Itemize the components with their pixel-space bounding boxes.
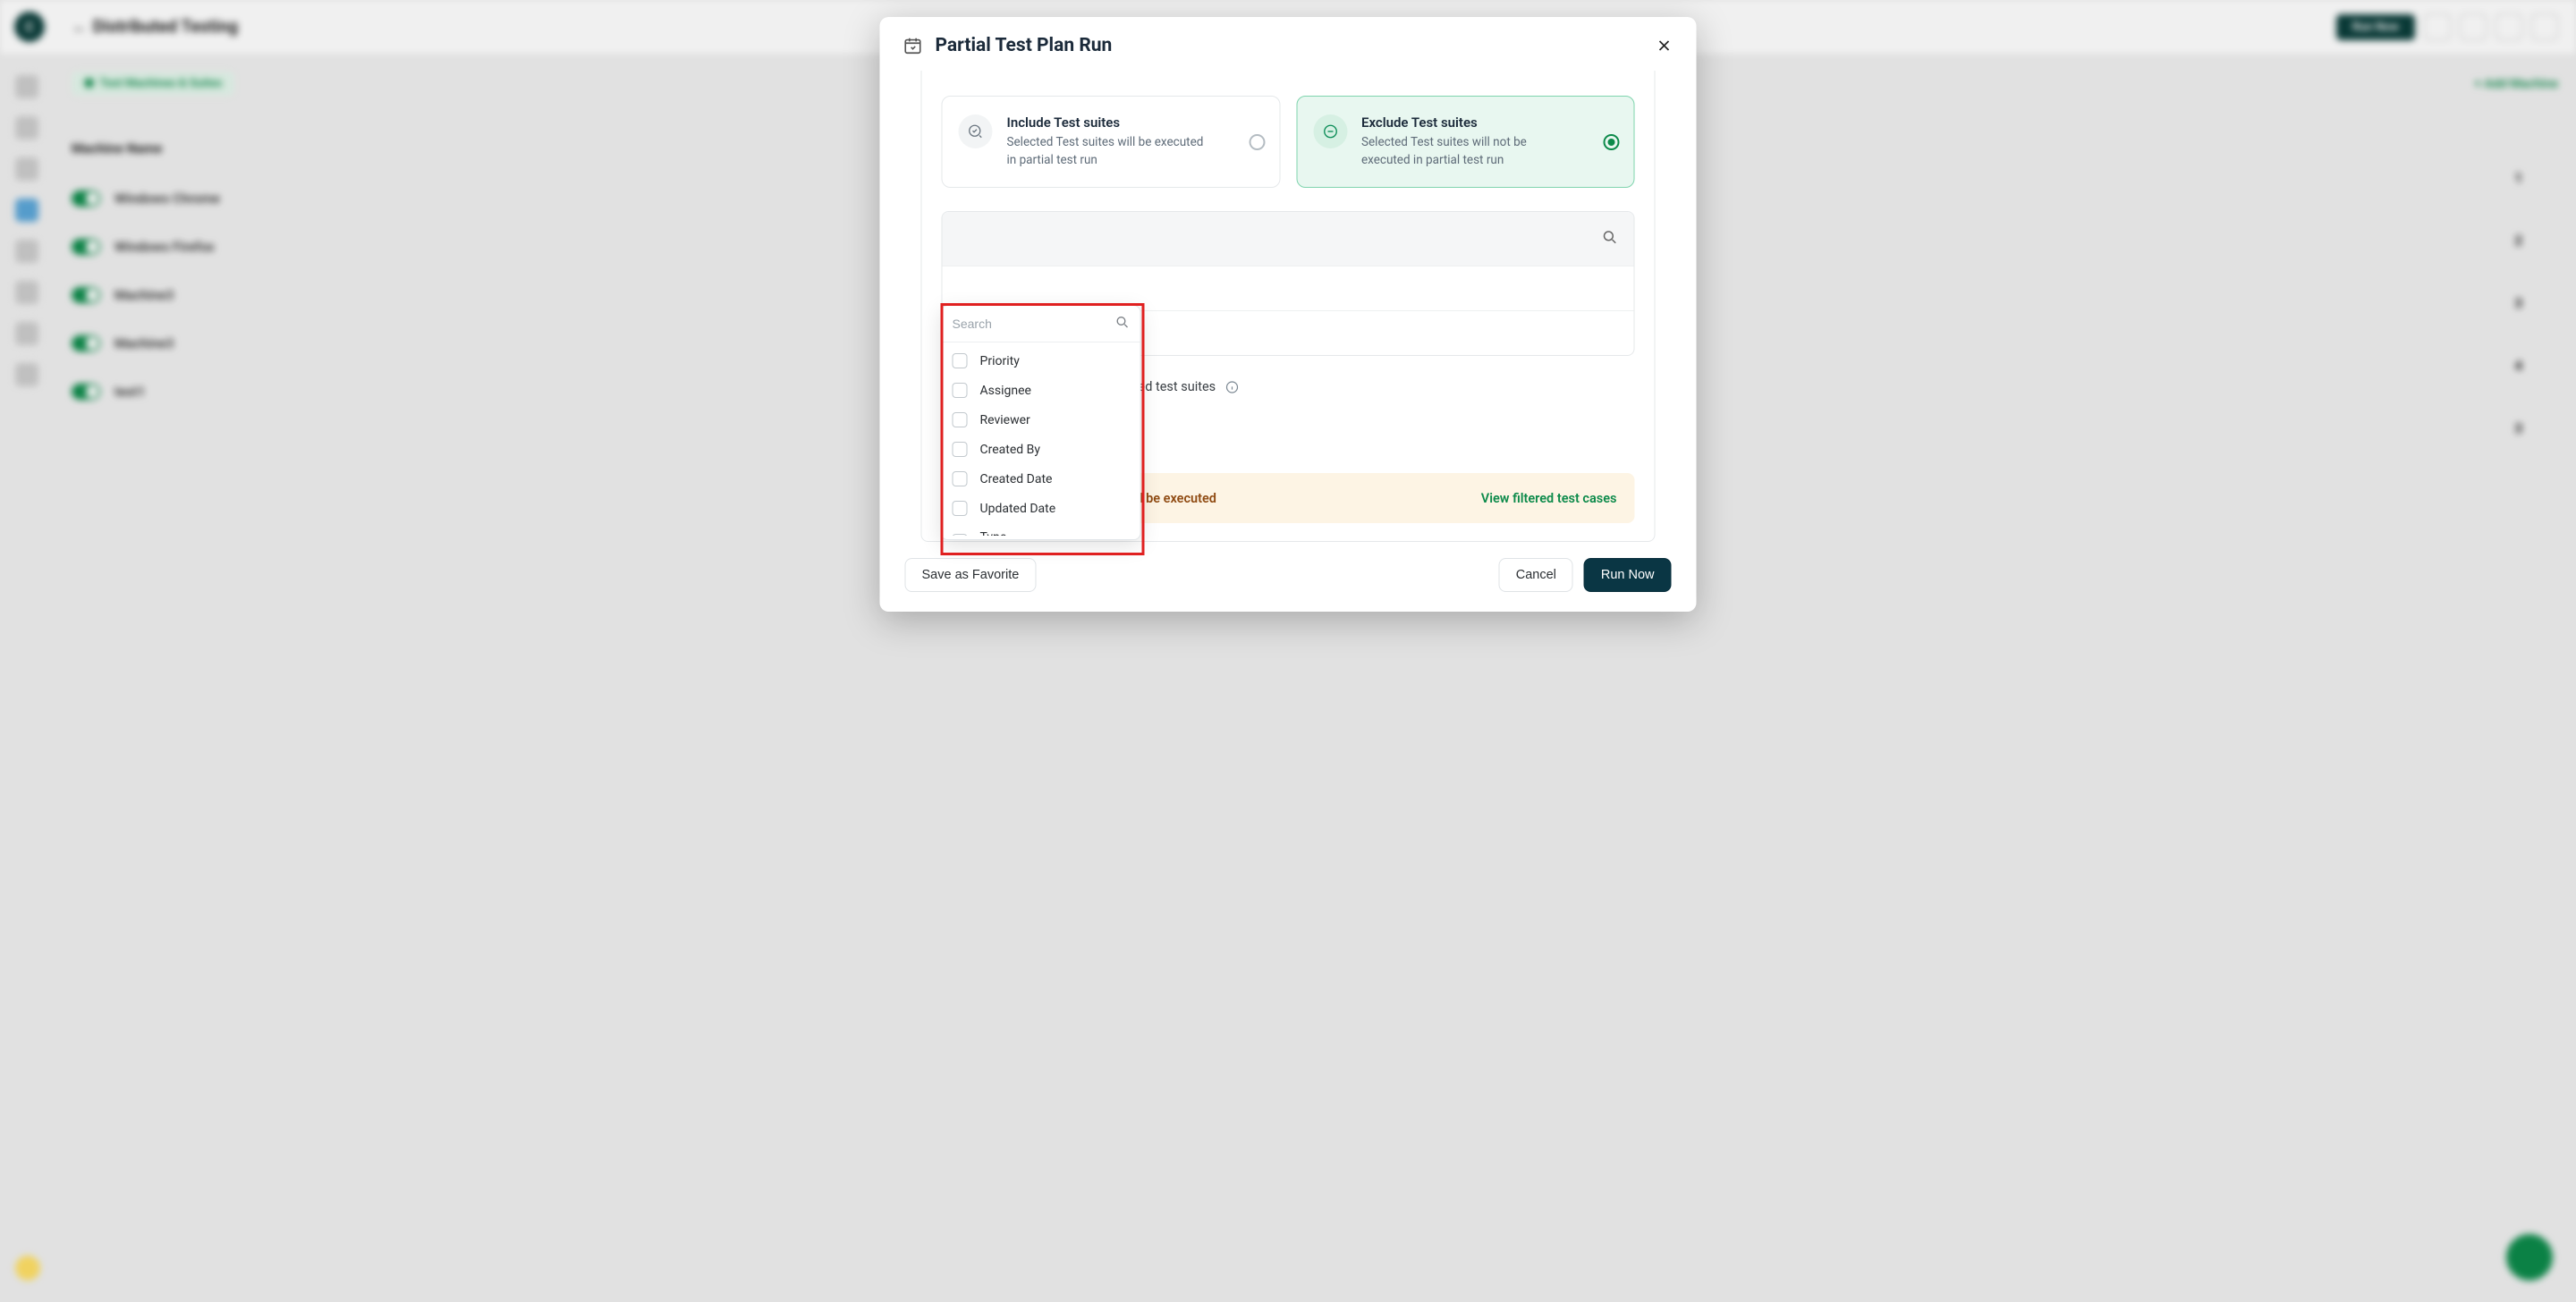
suite-list-search-bar[interactable] — [943, 212, 1634, 266]
exclude-option[interactable]: Exclude Test suites Selected Test suites… — [1296, 96, 1635, 188]
checkbox[interactable] — [953, 412, 968, 427]
modal-body: Include Test suites Selected Test suites… — [880, 71, 1697, 542]
view-filtered-link[interactable]: View filtered test cases — [1481, 491, 1617, 506]
filter-item-label: Updated Date — [980, 502, 1056, 516]
include-subtext: Selected Test suites will be executed in… — [1007, 134, 1213, 169]
search-icon — [1115, 315, 1130, 333]
test-suite-mode-options: Include Test suites Selected Test suites… — [922, 71, 1655, 188]
filter-item-label: Reviewer — [980, 413, 1030, 427]
exclude-subtext: Selected Test suites will not be execute… — [1361, 134, 1567, 169]
filter-item-updated-date[interactable]: Updated Date — [942, 494, 1140, 523]
filter-item-label: Created Date — [980, 472, 1053, 486]
info-icon[interactable] — [1224, 380, 1239, 394]
filter-item-priority[interactable]: Priority — [942, 346, 1140, 376]
exclude-icon — [1313, 114, 1347, 148]
exclude-heading: Exclude Test suites — [1361, 114, 1567, 131]
include-text: Include Test suites Selected Test suites… — [1007, 114, 1213, 169]
modal-footer: Save as Favorite Cancel Run Now — [880, 542, 1697, 612]
modal-header: Partial Test Plan Run — [880, 17, 1697, 71]
filter-item-label: Priority — [980, 354, 1020, 368]
modal-body-inner: Include Test suites Selected Test suites… — [921, 71, 1656, 542]
filter-item-created-by[interactable]: Created By — [942, 435, 1140, 464]
save-favorite-button[interactable]: Save as Favorite — [905, 558, 1037, 592]
close-button[interactable] — [1656, 37, 1674, 55]
exclude-text: Exclude Test suites Selected Test suites… — [1361, 114, 1567, 169]
checkbox[interactable] — [953, 534, 968, 536]
modal-title: Partial Test Plan Run — [936, 35, 1643, 56]
filter-item-created-date[interactable]: Created Date — [942, 464, 1140, 494]
filter-item-reviewer[interactable]: Reviewer — [942, 405, 1140, 435]
checkbox[interactable] — [953, 353, 968, 368]
search-icon — [1602, 229, 1618, 249]
filter-popup-search[interactable] — [942, 306, 1140, 342]
exclude-radio[interactable] — [1604, 134, 1620, 150]
checkbox[interactable] — [953, 442, 968, 457]
filter-popup-list: Priority Assignee Reviewer Created By Cr… — [942, 342, 1140, 539]
filter-search-input[interactable] — [953, 317, 1115, 331]
filter-popup: Priority Assignee Reviewer Created By Cr… — [941, 305, 1141, 540]
filter-item-assignee[interactable]: Assignee — [942, 376, 1140, 405]
include-icon — [959, 114, 993, 148]
cancel-button[interactable]: Cancel — [1499, 558, 1573, 592]
filter-item-label: Type — [980, 530, 1007, 536]
filter-item-label: Created By — [980, 443, 1040, 457]
checkbox[interactable] — [953, 383, 968, 398]
run-now-button[interactable]: Run Now — [1584, 558, 1672, 592]
partial-test-plan-modal: Partial Test Plan Run Include Test suite… — [880, 17, 1697, 612]
filter-item-type[interactable]: Type — [942, 523, 1140, 536]
include-radio[interactable] — [1249, 134, 1265, 150]
checkbox[interactable] — [953, 471, 968, 486]
include-heading: Include Test suites — [1007, 114, 1213, 131]
calendar-icon — [903, 36, 923, 55]
filter-item-label: Assignee — [980, 384, 1031, 398]
checkbox[interactable] — [953, 501, 968, 516]
suite-list-row[interactable] — [943, 266, 1634, 310]
include-option[interactable]: Include Test suites Selected Test suites… — [942, 96, 1281, 188]
